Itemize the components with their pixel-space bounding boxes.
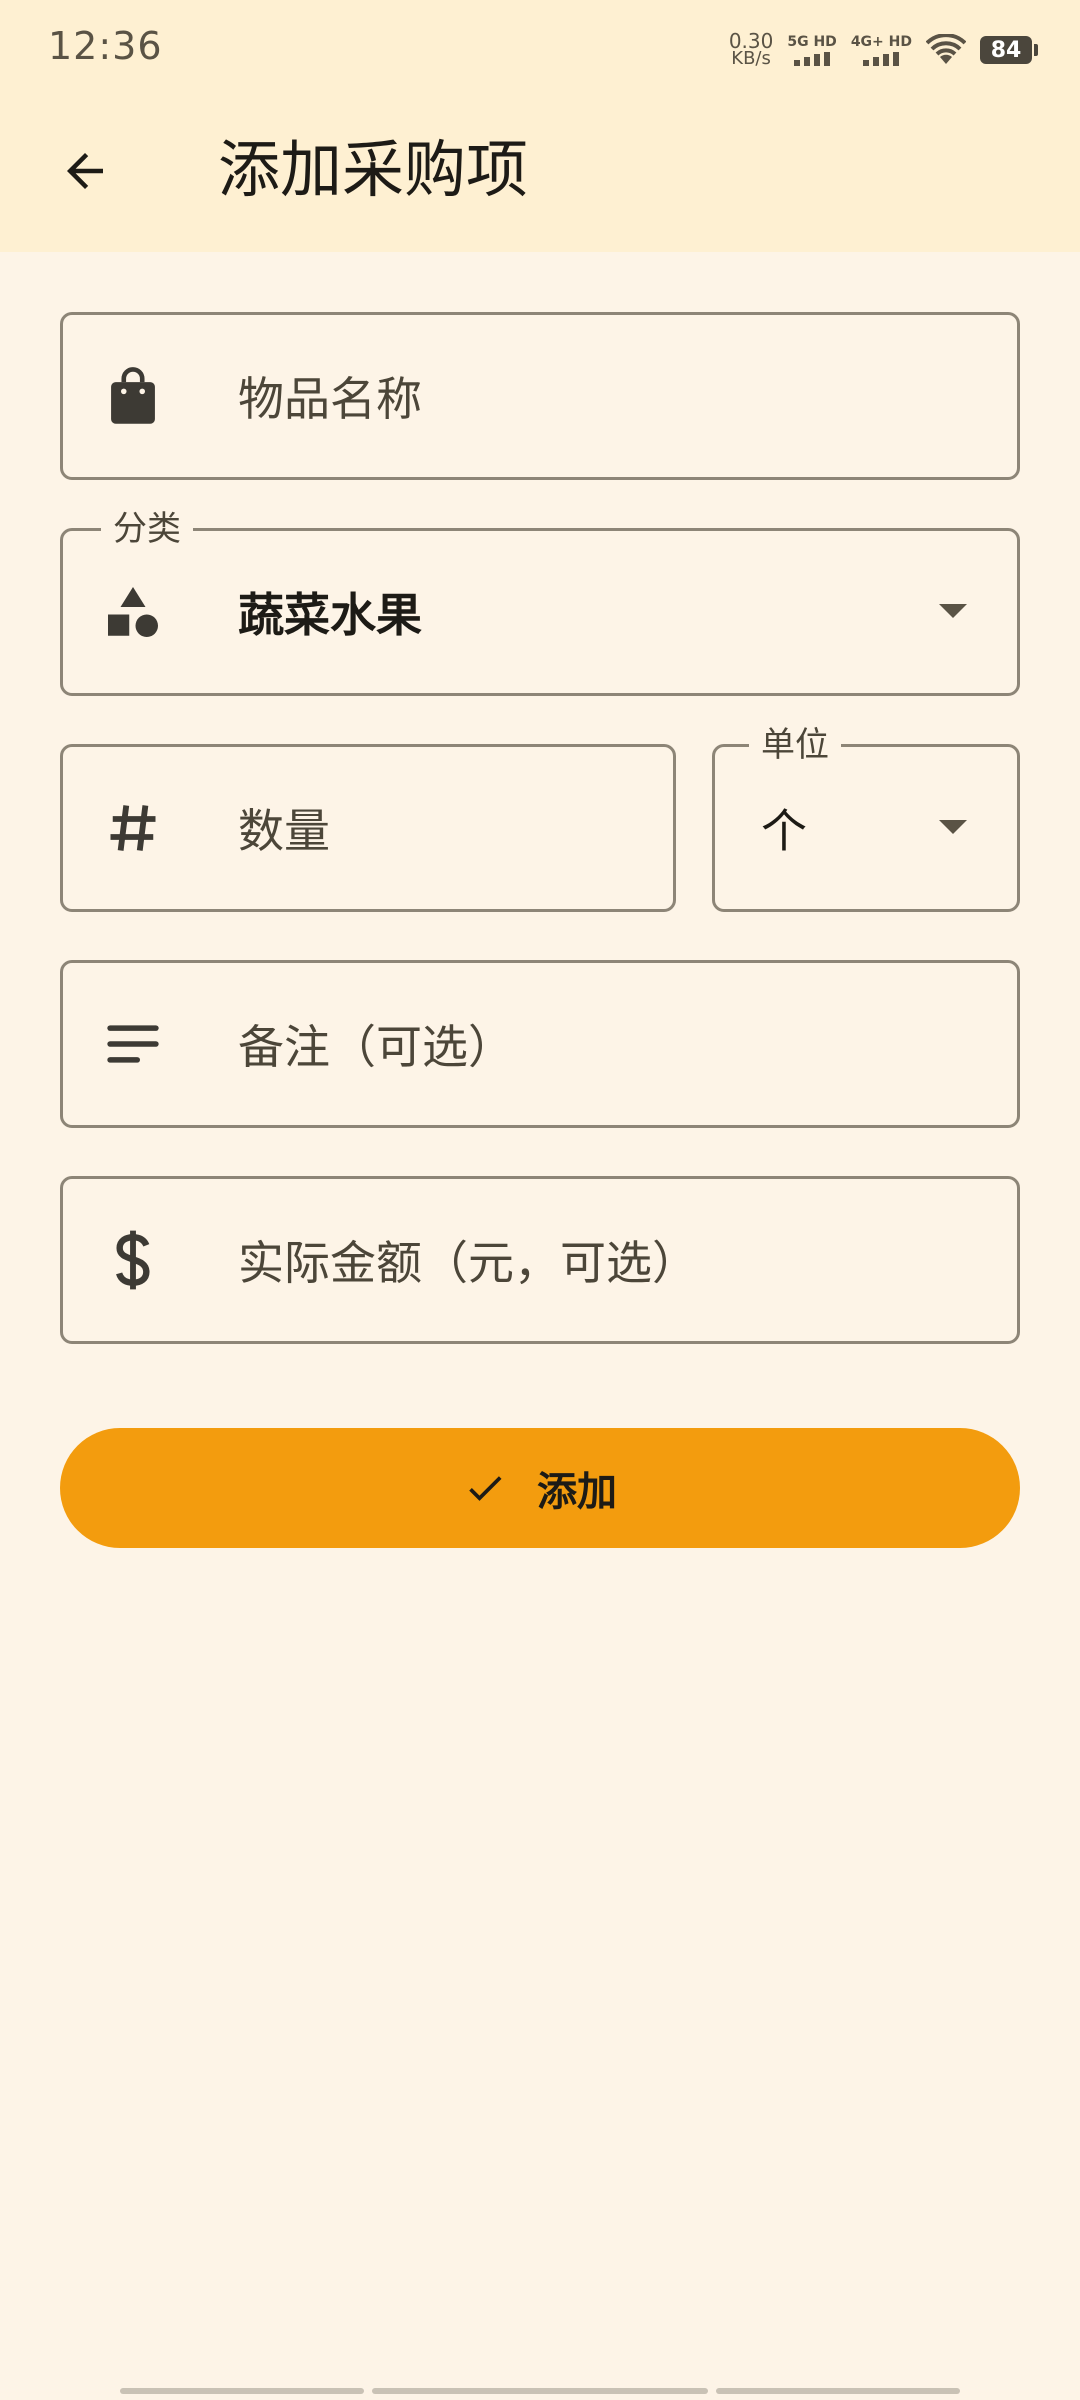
status-bar: 12:36 0.30 KB/s 5G HD 4G+ HD 84: [0, 0, 1080, 100]
signal-bars-icon: [863, 52, 900, 66]
shopping-bag-icon: [103, 366, 163, 426]
quantity-field[interactable]: 数量: [60, 744, 676, 912]
status-icons: 0.30 KB/s 5G HD 4G+ HD 84: [729, 28, 1038, 72]
network-speed-unit: KB/s: [731, 48, 771, 69]
app-bar: 添加采购项: [0, 100, 1080, 252]
category-dropdown[interactable]: 分类 蔬菜水果: [60, 507, 1020, 696]
status-time: 12:36: [48, 24, 163, 68]
signal-4g-label: 4G+ HD: [850, 34, 912, 50]
note-field[interactable]: 备注（可选）: [60, 960, 1020, 1128]
wifi-icon: [926, 34, 966, 64]
quantity-placeholder: 数量: [238, 804, 330, 858]
amount-placeholder: 实际金额（元，可选）: [238, 1236, 698, 1290]
add-button[interactable]: 添加: [60, 1428, 1020, 1548]
signal-5g-label: 5G HD: [787, 34, 837, 50]
chevron-down-icon: [939, 604, 967, 618]
unit-value: 个: [761, 804, 807, 858]
battery-indicator: 84: [980, 36, 1038, 64]
network-speed: 0.30 KB/s: [729, 31, 774, 69]
gesture-bar-left: [120, 2388, 364, 2394]
category-value: 蔬菜水果: [238, 588, 422, 642]
note-placeholder: 备注（可选）: [238, 1020, 514, 1074]
gesture-bar-center: [372, 2388, 708, 2394]
chevron-down-icon: [939, 820, 967, 834]
signal-4g: 4G+ HD: [851, 34, 912, 66]
dollar-icon: [103, 1230, 163, 1290]
signal-bars-icon: [794, 52, 831, 66]
category-label: 分类: [101, 507, 193, 551]
unit-dropdown[interactable]: 单位 个: [712, 723, 1020, 912]
item-name-field[interactable]: 物品名称: [60, 312, 1020, 480]
amount-field[interactable]: 实际金额（元，可选）: [60, 1176, 1020, 1344]
arrow-back-icon: [67, 153, 103, 189]
check-icon: [469, 1476, 502, 1501]
back-button[interactable]: [40, 126, 130, 216]
page-title: 添加采购项: [218, 133, 529, 206]
hash-icon: [103, 798, 163, 858]
item-name-placeholder: 物品名称: [238, 372, 422, 426]
gesture-bar-right: [716, 2388, 960, 2394]
unit-label: 单位: [749, 723, 841, 767]
notes-icon: [103, 1014, 163, 1074]
add-button-label: 添加: [537, 1469, 617, 1515]
signal-5g: 5G HD: [787, 34, 837, 66]
category-shapes-icon: [103, 582, 163, 642]
